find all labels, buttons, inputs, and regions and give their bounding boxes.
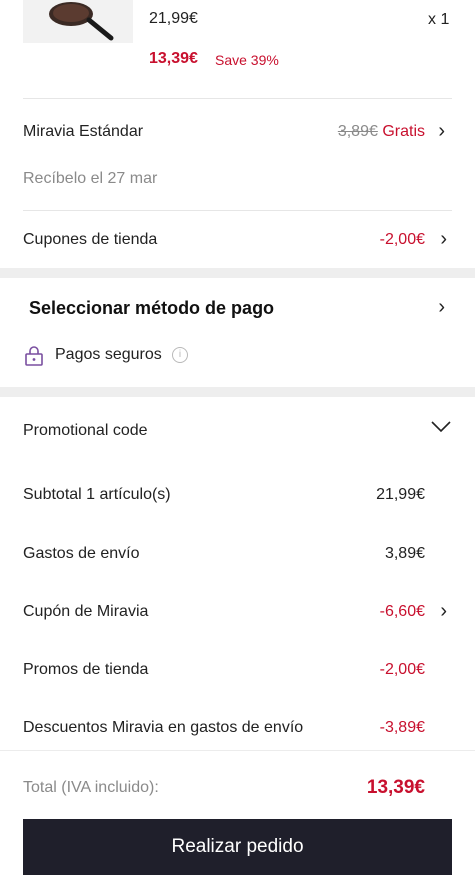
savings-badge: Save 39% [215, 52, 279, 68]
shipping-old-price: 3,89€ [337, 123, 378, 140]
divider [23, 98, 452, 99]
miravia-coupon-chevron-right-icon[interactable]: › [440, 600, 447, 623]
info-icon[interactable]: i [172, 347, 188, 363]
section-gap [0, 268, 475, 278]
total-value: 13,39€ [366, 777, 425, 798]
frying-pan-icon [49, 2, 114, 41]
shipping-chevron-right-icon[interactable]: › [438, 120, 445, 143]
lock-icon [25, 346, 43, 366]
divider [23, 210, 452, 211]
store-coupons-chevron-right-icon[interactable]: › [440, 228, 447, 251]
shipping-cost-value: 3,89€ [384, 545, 425, 562]
product-final-price: 13,39€ [149, 50, 198, 67]
miravia-coupon-value: -6,60€ [379, 603, 425, 620]
chevron-down-icon[interactable] [430, 420, 452, 434]
shipping-price: 3,89€ Gratis [338, 123, 425, 141]
store-promos-label: Promos de tienda [23, 661, 149, 678]
subtotal-label: Subtotal 1 artículo(s) [23, 486, 171, 503]
payment-method-title[interactable]: Seleccionar método de pago [29, 298, 274, 319]
store-coupons-label: Cupones de tienda [23, 231, 158, 248]
shipping-free-label: Gratis [382, 123, 425, 140]
shipping-discount-label: Descuentos Miravia en gastos de envío [23, 719, 304, 736]
store-coupons-value: -2,00€ [379, 231, 425, 248]
delivery-date: Recíbelo el 27 mar [23, 170, 158, 187]
place-order-button[interactable]: Realizar pedido [23, 819, 452, 875]
product-image[interactable] [23, 0, 133, 43]
section-gap [0, 387, 475, 397]
store-promos-value: -2,00€ [379, 661, 425, 678]
total-label: Total (IVA incluido): [23, 779, 159, 796]
miravia-coupon-label: Cupón de Miravia [23, 603, 149, 620]
shipping-cost-label: Gastos de envío [23, 545, 140, 562]
secure-payments-label: Pagos seguros [55, 346, 162, 363]
product-original-price: 21,99€ [149, 10, 198, 27]
promo-code-label[interactable]: Promotional code [23, 422, 148, 440]
shipping-method-label: Miravia Estándar [23, 123, 144, 140]
product-quantity: x 1 [428, 11, 450, 28]
payment-chevron-right-icon[interactable]: › [438, 296, 445, 319]
subtotal-value: 21,99€ [376, 486, 425, 503]
shipping-discount-value: -3,89€ [379, 719, 425, 736]
